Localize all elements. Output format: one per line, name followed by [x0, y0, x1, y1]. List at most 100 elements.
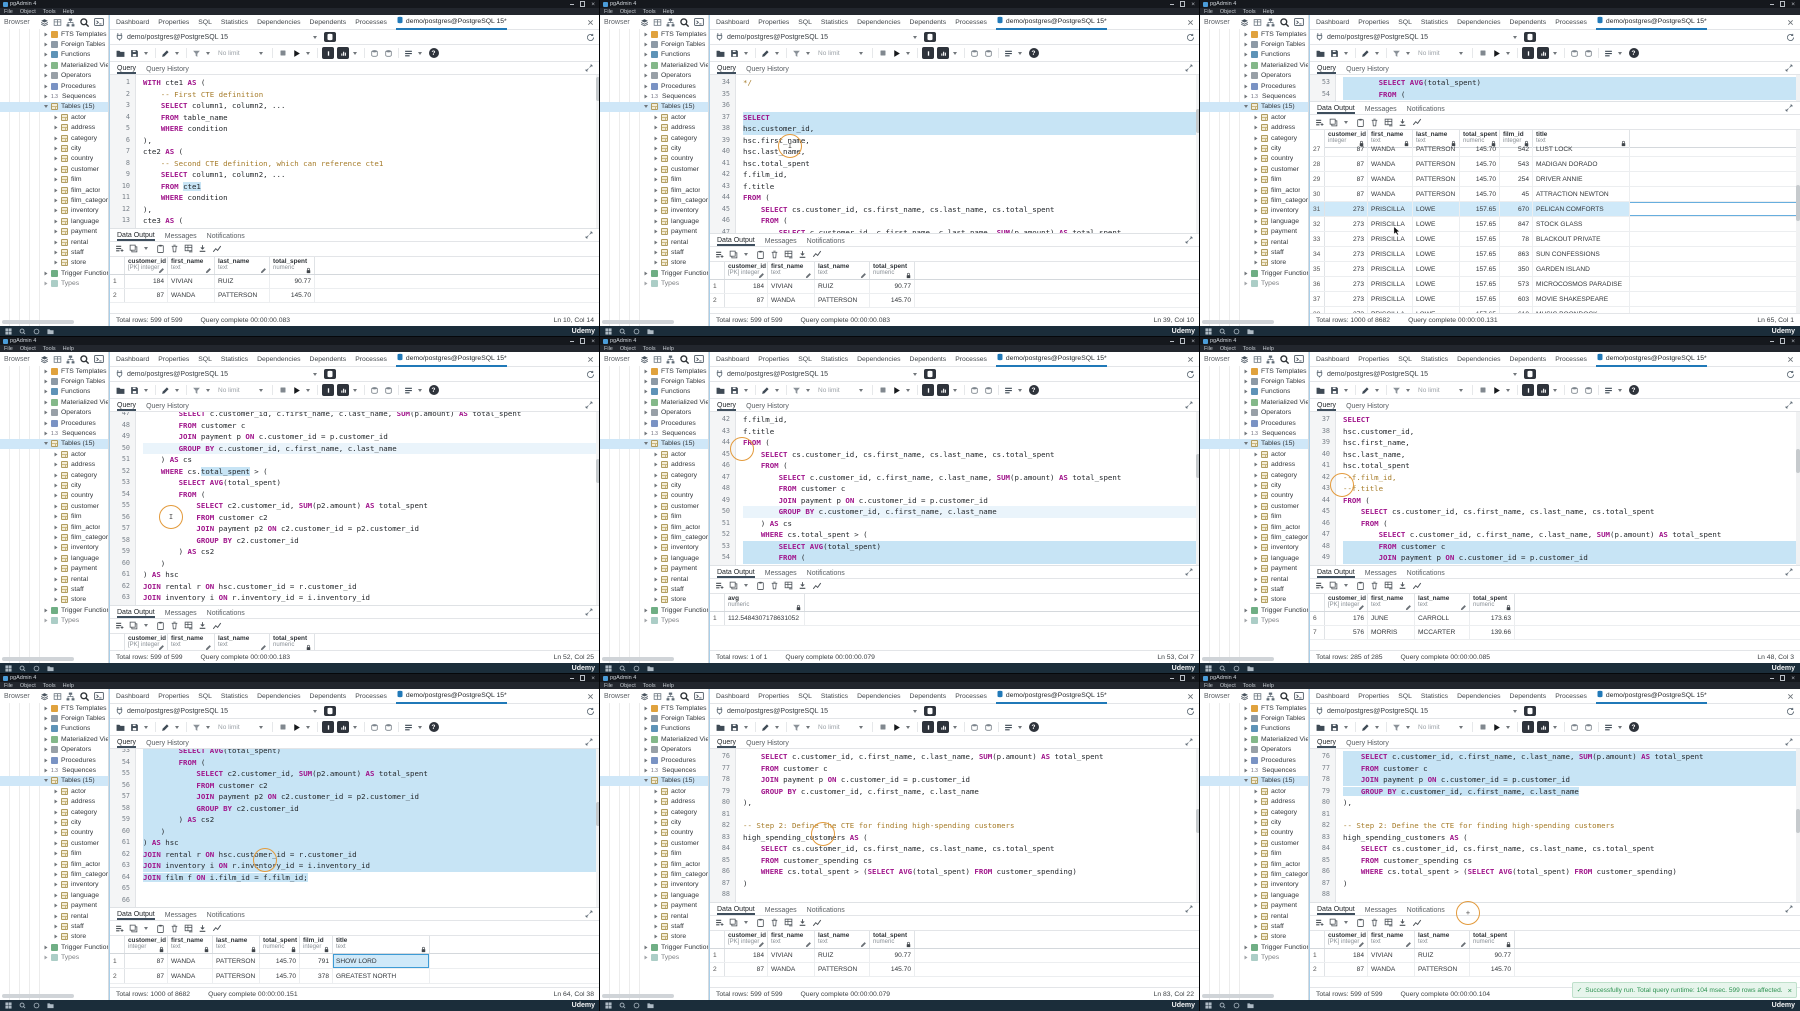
tree-item-staff[interactable]: staff [0, 584, 108, 594]
dropdown-chevron-icon[interactable] [1459, 52, 1463, 55]
tab-processes[interactable]: Processes [1555, 356, 1587, 363]
edit-button[interactable] [760, 47, 771, 59]
tab-query-history[interactable]: Query History [746, 403, 789, 411]
grid-cell[interactable]: ATTRACTION NEWTON [1533, 187, 1630, 201]
sql-code[interactable]: SELECT c.customer_id, c.first_name, c.la… [136, 412, 600, 605]
assistant-ring-icon[interactable] [33, 1002, 40, 1009]
dropdown-chevron-icon[interactable] [744, 389, 748, 392]
taskbar-search-icon[interactable] [19, 665, 26, 672]
grid-cell[interactable]: 45 [1500, 187, 1533, 201]
grid-cell[interactable]: STOCK GLASS [1533, 217, 1630, 231]
chart-icon[interactable] [1412, 918, 1422, 928]
tree-item-actor[interactable]: actor [0, 449, 108, 459]
tree-item-actor[interactable]: actor [0, 786, 108, 796]
download-icon[interactable] [798, 581, 807, 590]
tree-item-language[interactable]: language [1200, 216, 1308, 226]
tree-item-film-category[interactable]: film_category [1200, 532, 1308, 542]
column-header-first-name[interactable]: first_nametext [1368, 594, 1415, 611]
table-row[interactable]: 36273PRISCILLALOWE157.65573MICROCOSMOS P… [1310, 277, 1800, 292]
dropdown-chevron-icon[interactable] [906, 52, 910, 55]
grid-cell[interactable]: 350 [1500, 262, 1533, 276]
explain-analyze-button[interactable] [1537, 721, 1549, 733]
copy-icon[interactable] [1329, 118, 1338, 127]
tree-item-rental[interactable]: rental [0, 237, 108, 247]
row-number-cell[interactable]: 1 [110, 954, 125, 968]
tab-processes[interactable]: Processes [955, 19, 987, 26]
chart-icon[interactable] [812, 249, 822, 259]
tab-notifications[interactable]: Notifications [807, 570, 845, 578]
expand-panel-icon[interactable] [1185, 64, 1193, 74]
menu-object[interactable]: Object [1220, 683, 1236, 689]
save-button[interactable] [129, 384, 140, 396]
tree-item-trigger-functions[interactable]: Trigger Functions [600, 942, 708, 952]
taskbar-folder-icon[interactable] [47, 1002, 54, 1009]
row-number-cell[interactable]: 1 [1310, 949, 1325, 962]
tree-item-materialized-views[interactable]: Materialized Views [0, 397, 108, 407]
tab-sql[interactable]: SQL [1398, 693, 1412, 700]
commit-button[interactable] [1569, 721, 1580, 733]
tree-item-city[interactable]: city [600, 480, 708, 490]
tree-item-payment[interactable]: payment [0, 900, 108, 910]
dropdown-chevron-icon[interactable] [306, 389, 310, 392]
sql-code[interactable]: SELECT AVG(total_spent) FROM ( SELECT c2… [136, 749, 600, 907]
tree-item-materialized-views[interactable]: Materialized Views [1200, 734, 1308, 744]
column-header-total-spent[interactable]: total_spentnumeric [1470, 931, 1515, 948]
grid-cell[interactable]: 139.66 [1470, 626, 1515, 639]
taskbar-folder-icon[interactable] [1247, 328, 1254, 335]
grid-cell[interactable]: 87 [125, 289, 168, 302]
delete-row-icon[interactable] [770, 918, 779, 927]
tree-item-functions[interactable]: Functions [600, 724, 708, 734]
tab-data-output[interactable]: Data Output [117, 911, 155, 920]
tree-item-language[interactable]: language [1200, 890, 1308, 900]
row-number-cell[interactable]: 29 [1310, 172, 1325, 186]
grid-view-icon[interactable] [1253, 692, 1262, 701]
tab-dashboard[interactable]: Dashboard [716, 356, 749, 363]
menu-file[interactable]: File [4, 683, 13, 689]
grid-cell[interactable]: 157.65 [1460, 277, 1500, 291]
grid-cell[interactable]: 863 [1500, 247, 1533, 261]
dropdown-chevron-icon[interactable] [775, 726, 779, 729]
tree-item-language[interactable]: language [600, 553, 708, 563]
grid-cell[interactable]: WANDA [168, 954, 213, 968]
add-row-icon[interactable] [715, 250, 724, 259]
tree-item-film-category[interactable]: film_category [0, 532, 108, 542]
tree-item-staff[interactable]: staff [600, 921, 708, 931]
column-header-film-id[interactable]: film_idinteger [1500, 130, 1533, 147]
rollback-button[interactable] [1583, 721, 1594, 733]
tree-item-film[interactable]: film [1200, 848, 1308, 858]
tree-item-store[interactable]: store [1200, 258, 1308, 268]
tab-query[interactable]: Query [717, 739, 736, 748]
execute-button[interactable] [1491, 721, 1502, 733]
row-number-cell[interactable]: 1 [110, 275, 125, 288]
table-row[interactable]: 2887WANDAPATTERSON145.70543MADIGAN DORAD… [1310, 157, 1800, 172]
tree-item-foreign-tables[interactable]: Foreign Tables [0, 376, 108, 386]
dropdown-chevron-icon[interactable] [1618, 52, 1622, 55]
minimize-button[interactable] [1770, 678, 1774, 679]
tree-item-film-category[interactable]: film_category [600, 869, 708, 879]
column-header-last-name[interactable]: last_nametext [215, 257, 270, 274]
grid-cell[interactable]: 273 [1325, 262, 1368, 276]
sql-code[interactable]: */ SELECThsc.customer_id,hsc.first_name,… [736, 75, 1200, 233]
tree-item-payment[interactable]: payment [600, 226, 708, 236]
tab-notifications[interactable]: Notifications [207, 610, 245, 618]
tree-item-sequences[interactable]: 1.3Sequences [1200, 428, 1308, 438]
table-row[interactable]: 287WANDAPATTERSON145.70 [710, 294, 1200, 308]
column-header-last-name[interactable]: last_nametext [1413, 130, 1460, 147]
tree-item-language[interactable]: language [0, 553, 108, 563]
grid-cell[interactable]: 78 [1500, 232, 1533, 246]
grid-cell[interactable]: 87 [1325, 963, 1368, 976]
tab-properties[interactable]: Properties [758, 693, 789, 700]
toast-close-button[interactable]: × [1788, 986, 1792, 995]
expand-panel-icon[interactable] [1185, 401, 1193, 411]
commit-button[interactable] [969, 721, 980, 733]
row-limit-select[interactable]: No limit [1416, 50, 1468, 57]
column-header-film-id[interactable]: film_idinteger [300, 936, 333, 953]
menu-tools[interactable]: Tools [643, 683, 656, 689]
assistant-ring-icon[interactable] [633, 328, 640, 335]
connection-select[interactable]: demo/postgres@PostgreSQL 15 [715, 702, 920, 720]
edit-button[interactable] [760, 721, 771, 733]
download-icon[interactable] [798, 250, 807, 259]
grid-cell[interactable]: 273 [1325, 217, 1368, 231]
tree-item-actor[interactable]: actor [1200, 112, 1308, 122]
tree-item-materialized-views[interactable]: Materialized Views [1200, 60, 1308, 70]
